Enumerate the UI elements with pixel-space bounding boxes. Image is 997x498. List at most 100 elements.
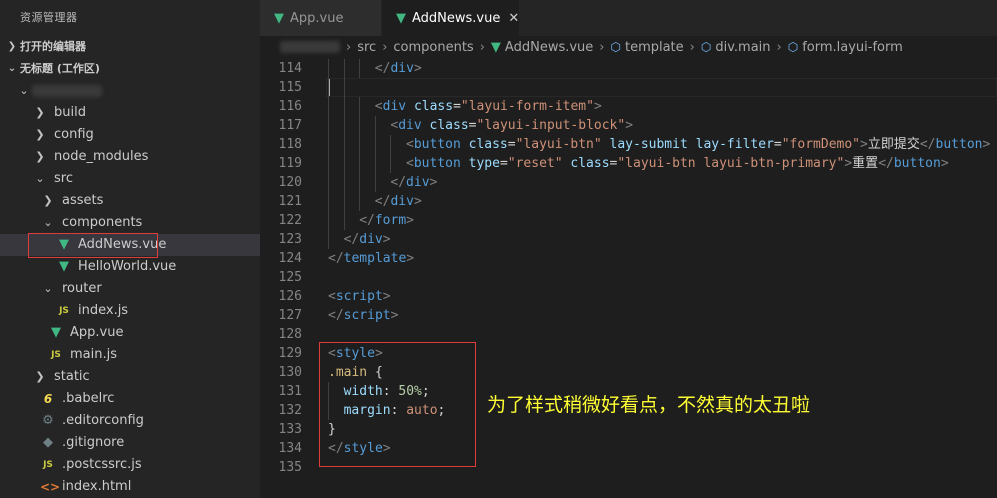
code-line: 123 </div> bbox=[260, 230, 997, 249]
code-text: </div> bbox=[390, 173, 437, 192]
file-item[interactable]: ▼ HelloWorld.vue bbox=[0, 256, 260, 278]
code-token: </ bbox=[919, 137, 936, 152]
code-token: > bbox=[593, 99, 602, 114]
tree-item-label: components bbox=[62, 215, 143, 230]
line-number: 124 bbox=[278, 251, 302, 266]
breadcrumb-file[interactable]: AddNews.vue bbox=[505, 40, 593, 55]
tab-app-vue[interactable]: ▼ App.vue bbox=[260, 0, 382, 36]
project-root-folder[interactable]: ⌄ bbox=[0, 80, 260, 102]
line-number: 129 bbox=[278, 346, 302, 361]
cube-icon: ⬡ bbox=[610, 40, 621, 54]
code-token: </ bbox=[328, 308, 344, 323]
code-token: < bbox=[406, 156, 414, 171]
file-item[interactable]: ◆ .gitignore bbox=[0, 432, 260, 454]
code-token: > bbox=[406, 213, 414, 228]
indent-guide bbox=[328, 173, 329, 192]
indent-guide bbox=[343, 97, 345, 116]
open-editors-section[interactable]: ❯ 打开的编辑器 bbox=[0, 36, 260, 58]
code-token: </ bbox=[374, 61, 391, 76]
line-number: 116 bbox=[278, 99, 302, 114]
line-number: 117 bbox=[278, 118, 302, 133]
code-line: 120 </div> bbox=[260, 173, 997, 192]
breadcrumb-src[interactable]: src bbox=[357, 40, 376, 55]
line-number: 130 bbox=[278, 365, 302, 380]
chevron-right-icon: ❯ bbox=[35, 150, 45, 163]
code-token: > bbox=[413, 194, 422, 209]
code-text: </div> bbox=[375, 59, 422, 78]
indent-guide bbox=[359, 97, 361, 116]
folder-item[interactable]: ❯ node_modules bbox=[0, 146, 260, 168]
cube-icon: ⬡ bbox=[700, 40, 712, 54]
code-token: > bbox=[429, 175, 438, 190]
cube-icon: ⬡ bbox=[787, 40, 799, 54]
js-icon: JS bbox=[43, 460, 53, 470]
breadcrumb-template[interactable]: template bbox=[625, 40, 684, 55]
code-token: "formDemo" bbox=[781, 137, 861, 152]
tab-label: AddNews.vue bbox=[412, 10, 501, 26]
highlight-box-style bbox=[319, 342, 476, 467]
tab-addnews-vue[interactable]: ▼ AddNews.vue ✕ bbox=[382, 0, 520, 36]
open-editors-label: 打开的编辑器 bbox=[20, 40, 86, 53]
code-text: <button class="layui-btn" lay-submit lay… bbox=[406, 135, 990, 154]
folder-item[interactable]: ❯ assets bbox=[0, 190, 260, 212]
code-token: </ bbox=[390, 175, 407, 190]
code-token: div bbox=[390, 61, 414, 76]
code-line: 116 <div class="layui-form-item"> bbox=[260, 97, 997, 116]
breadcrumb-div-main[interactable]: div.main bbox=[715, 40, 770, 55]
file-tree: ❯ build ❯ config ❯ node_modules ⌄ src ❯ assets ⌄ co… bbox=[0, 102, 260, 498]
indent-guide bbox=[390, 135, 392, 154]
indent-guide bbox=[374, 173, 376, 192]
current-line-highlight bbox=[326, 78, 997, 97]
workspace-section[interactable]: ⌄ 无标题 (工作区) bbox=[0, 58, 260, 80]
code-token: = bbox=[507, 137, 516, 152]
file-item[interactable]: JS index.js bbox=[0, 300, 260, 322]
breadcrumb-form[interactable]: form.layui-form bbox=[802, 40, 903, 55]
code-token: lay-submit bbox=[609, 137, 688, 152]
code-token: type bbox=[468, 156, 500, 171]
code-token: > bbox=[390, 308, 399, 323]
code-line: 125 bbox=[260, 268, 997, 287]
code-text: <button type="reset" class="layui-btn la… bbox=[406, 154, 949, 173]
folder-item[interactable]: ❯ config bbox=[0, 124, 260, 146]
file-item[interactable]: JS main.js bbox=[0, 344, 260, 366]
file-item[interactable]: ⚙ .editorconfig bbox=[0, 410, 260, 432]
folder-item[interactable]: ⌄ components bbox=[0, 212, 260, 234]
tree-item-label: main.js bbox=[70, 347, 117, 362]
file-item[interactable]: JS .postcssrc.js bbox=[0, 454, 260, 476]
code-token: = bbox=[453, 99, 461, 114]
folder-item[interactable]: ❯ static bbox=[0, 366, 260, 388]
folder-item[interactable]: ⌄ src bbox=[0, 168, 260, 190]
indent-guide bbox=[359, 192, 361, 211]
chevron-down-icon: ⌄ bbox=[35, 172, 45, 185]
code-token: div bbox=[398, 118, 422, 133]
indent-guide bbox=[328, 78, 329, 97]
code-text: <script> bbox=[328, 287, 391, 306]
code-token: "layui-input-block" bbox=[476, 118, 626, 133]
code-text: </div> bbox=[344, 230, 391, 249]
code-token: </ bbox=[359, 213, 375, 228]
chevron-right-icon: › bbox=[599, 39, 605, 55]
close-icon[interactable]: ✕ bbox=[508, 11, 519, 26]
code-token: </ bbox=[328, 251, 344, 266]
indent-guide bbox=[343, 59, 345, 78]
code-text: </form> bbox=[359, 211, 414, 230]
folder-item[interactable]: ⌄ router bbox=[0, 278, 260, 300]
gear-icon: ⚙ bbox=[42, 413, 54, 428]
editor-tabs: ▼ App.vue ▼ AddNews.vue ✕ bbox=[260, 0, 997, 36]
code-token: class bbox=[570, 156, 610, 171]
indent-guide bbox=[359, 173, 361, 192]
line-number: 128 bbox=[278, 327, 302, 342]
code-token: script bbox=[335, 289, 383, 304]
tree-item-label: .editorconfig bbox=[62, 413, 144, 428]
file-item[interactable]: 6 .babelrc bbox=[0, 388, 260, 410]
line-number: 127 bbox=[278, 308, 302, 323]
folder-item[interactable]: ❯ build bbox=[0, 102, 260, 124]
file-item[interactable]: ▼ App.vue bbox=[0, 322, 260, 344]
tab-label: App.vue bbox=[290, 10, 344, 26]
breadcrumb-components[interactable]: components bbox=[393, 40, 473, 55]
file-item[interactable]: <> index.html bbox=[0, 476, 260, 498]
indent-guide bbox=[343, 154, 345, 173]
chevron-right-icon: ❯ bbox=[7, 41, 17, 52]
